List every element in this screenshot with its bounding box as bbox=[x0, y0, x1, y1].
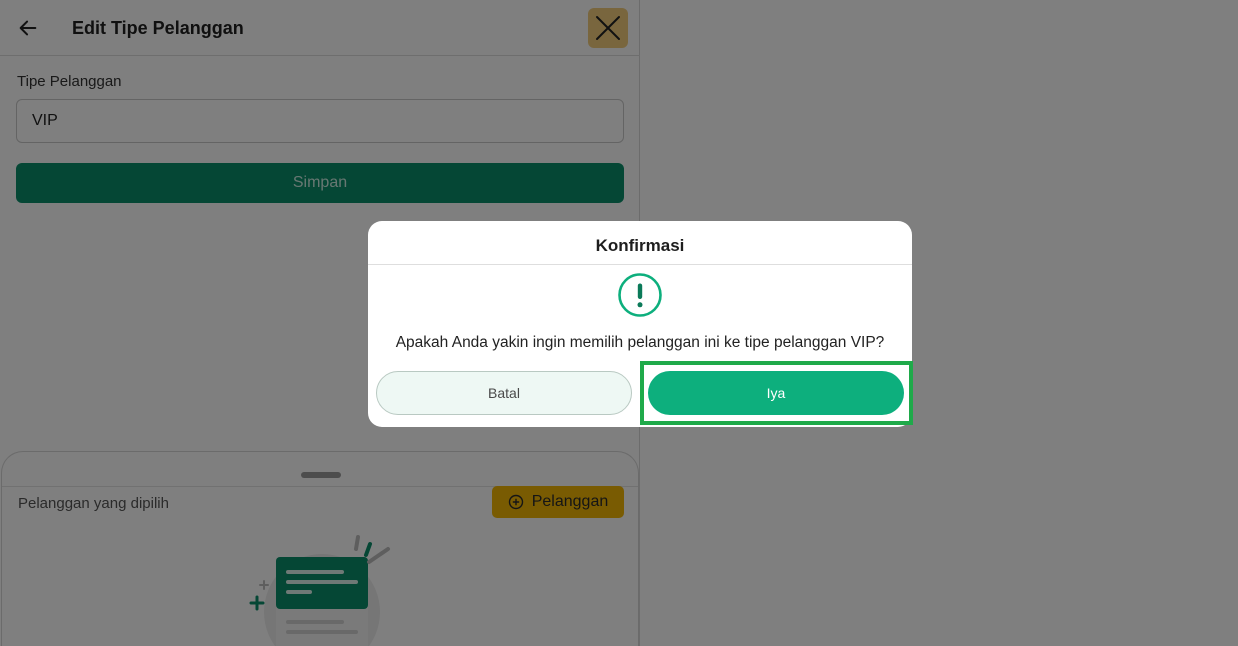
dialog-title: Konfirmasi bbox=[595, 236, 685, 255]
confirm-button[interactable]: Iya bbox=[648, 371, 904, 415]
dialog-message: Apakah Anda yakin ingin memilih pelangga… bbox=[395, 334, 885, 351]
cancel-button[interactable]: Batal bbox=[376, 371, 632, 415]
exclamation-circle-icon bbox=[618, 273, 662, 317]
dialog-divider bbox=[368, 264, 912, 265]
